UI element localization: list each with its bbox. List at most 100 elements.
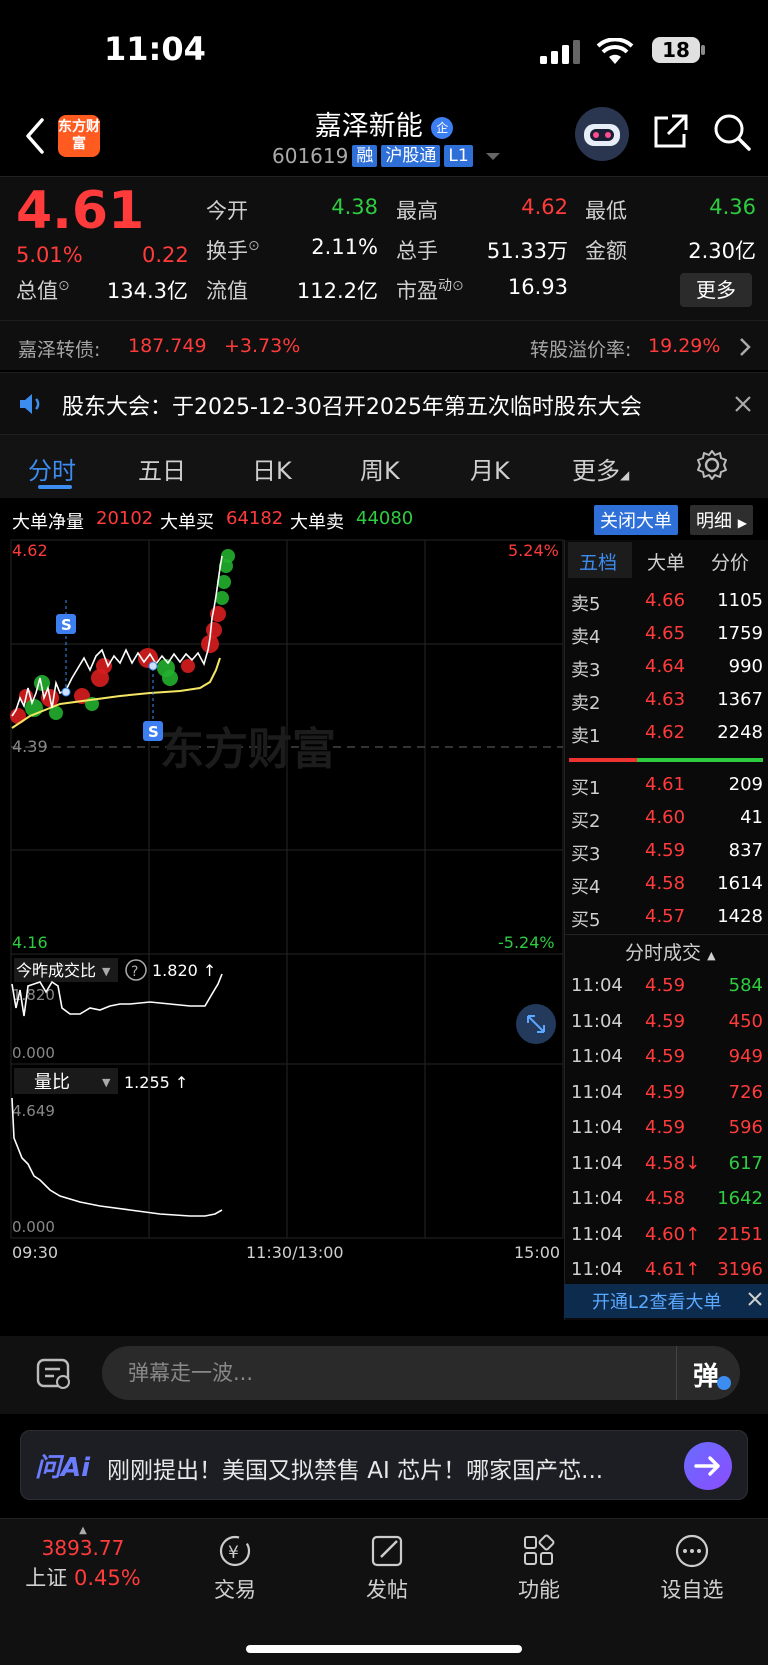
ask-row[interactable]: 卖4 4.65 1759: [565, 617, 768, 650]
buy-label: 大单买: [160, 512, 214, 533]
danmu-input[interactable]: 弹幕走一波...: [102, 1346, 740, 1400]
arrow-right-icon[interactable]: [683, 1441, 733, 1491]
nav-watchlist[interactable]: 设自选: [650, 1533, 734, 1604]
info-icon[interactable]: ⊙: [452, 278, 464, 294]
bid-row[interactable]: 买4 4.58 1614: [565, 867, 768, 900]
trade-volume: 726: [728, 1081, 763, 1103]
more-button[interactable]: 更多: [680, 273, 752, 307]
level-label: 卖2: [571, 693, 601, 714]
trade-time: 11:04: [571, 975, 623, 996]
tab-indicator: [38, 485, 72, 489]
more-dots-icon: [675, 1534, 709, 1568]
search-icon[interactable]: [712, 112, 752, 152]
bid-row[interactable]: 买5 4.57 1428: [565, 900, 768, 933]
ask-row[interactable]: 卖3 4.64 990: [565, 650, 768, 683]
tab-5day[interactable]: 五日: [138, 451, 186, 486]
net-label: 大单净量: [12, 512, 84, 533]
intraday-chart[interactable]: 东方财富 4.62 5.24% 4.39 4.16 -5.24% S S 今昨成…: [0, 538, 564, 1318]
stock-code-row: 601619 融 沪股通 L1: [272, 144, 503, 168]
ask-row[interactable]: 卖5 4.66 1105: [565, 584, 768, 617]
marker-point: [148, 661, 158, 671]
trade-row: 11:04 4.59 596: [565, 1110, 768, 1146]
ai-news-bar[interactable]: 问Ai 刚刚提出！美国又拟禁售 AI 芯片！哪家国产芯...: [20, 1430, 748, 1500]
level-price: 4.57: [645, 906, 686, 927]
marker-s-label: S: [148, 723, 159, 741]
convertible-row[interactable]: 嘉泽转债: 187.749 +3.73% 转股溢价率: 19.29%: [0, 320, 768, 370]
trade-volume: 584: [728, 975, 763, 996]
tab-day-k[interactable]: 日K: [252, 451, 292, 486]
close-bigorder-button[interactable]: 关闭大单: [594, 505, 678, 535]
ask-row[interactable]: 卖1 4.62 2248: [565, 716, 768, 749]
mktcap-value: 134.3亿: [106, 279, 188, 303]
convertible-change: +3.73%: [224, 335, 301, 357]
close-icon[interactable]: [734, 395, 752, 413]
trade-time: 11:04: [571, 1188, 623, 1209]
caret-down-icon: ▼: [102, 1076, 111, 1089]
big-buy-bubble: [181, 659, 195, 673]
level-price: 4.65: [645, 623, 686, 644]
tab-more[interactable]: 更多◢: [572, 451, 629, 486]
danmu-bar: 弹幕走一波... 弹: [0, 1336, 768, 1414]
info-icon[interactable]: ⊙: [248, 238, 260, 254]
dropdown-icon[interactable]: [483, 149, 503, 163]
danmu-settings-icon[interactable]: [36, 1356, 72, 1392]
level-label: 卖1: [571, 726, 601, 747]
ask-row[interactable]: 卖2 4.63 1367: [565, 683, 768, 716]
edit-icon: [371, 1535, 403, 1567]
robot-avatar-icon[interactable]: [574, 106, 630, 162]
tab-week-k[interactable]: 周K: [360, 451, 400, 486]
tab-five-level[interactable]: 五档: [579, 548, 617, 575]
high-label: 最高: [396, 199, 438, 223]
trade-price: 4.59: [645, 1117, 686, 1138]
big-buy-bubble: [96, 658, 112, 674]
volratio-value: 1.255 ↑: [124, 1073, 188, 1092]
info-icon[interactable]: ⊙: [58, 278, 70, 294]
big-sell-bubble: [221, 549, 235, 563]
last-price: 4.61: [16, 181, 145, 241]
trade-time: 11:04: [571, 1117, 623, 1138]
ratio-min: 0.000: [12, 1044, 55, 1062]
sell-value: 44080: [356, 508, 414, 529]
tab-price-dist[interactable]: 分价: [711, 548, 749, 575]
level-volume: 1614: [717, 873, 763, 894]
ratio-value: 1.820 ↑: [152, 961, 216, 980]
notice-text: 股东大会：于2025-12-30召开2025年第五次临时股东大会: [62, 395, 642, 420]
margin-tag: 融: [352, 145, 378, 167]
level-price: 4.66: [645, 590, 686, 611]
close-icon[interactable]: [746, 1290, 764, 1308]
ai-logo: 问Ai: [35, 1453, 91, 1483]
bottom-nav: ▲ 3893.77 上证 0.45% ¥ 交易 发帖 功能 设自选: [0, 1518, 768, 1665]
bid-row[interactable]: 买3 4.59 837: [565, 834, 768, 867]
index-name: 上证: [25, 1566, 68, 1590]
tab-big-order[interactable]: 大单: [647, 548, 685, 575]
level-volume: 1759: [717, 623, 763, 644]
tab-month-k[interactable]: 月K: [470, 451, 510, 486]
nav-trade[interactable]: ¥ 交易: [200, 1533, 270, 1604]
trade-time: 11:04: [571, 1081, 623, 1103]
convertible-price: 187.749: [128, 335, 207, 357]
nav-index[interactable]: ▲ 3893.77 上证 0.45%: [18, 1525, 148, 1592]
settings-icon[interactable]: [696, 449, 728, 481]
notice-bar[interactable]: 股东大会：于2025-12-30召开2025年第五次临时股东大会: [0, 372, 768, 434]
share-icon[interactable]: [650, 112, 690, 152]
nav-functions[interactable]: 功能: [504, 1533, 574, 1604]
trade-price: 4.59: [645, 1046, 686, 1067]
speaker-icon: [20, 394, 40, 414]
premium-value: 19.29%: [648, 335, 721, 357]
tab-intraday[interactable]: 分时: [28, 451, 76, 486]
l2-promo-bar[interactable]: 开通L2查看大单: [564, 1284, 768, 1318]
trade-price: 4.60↑: [645, 1223, 701, 1245]
chevron-right-icon: [740, 338, 751, 356]
trades-title[interactable]: 分时成交 ▲: [625, 938, 716, 965]
danmu-send-button[interactable]: 弹: [676, 1346, 740, 1400]
level-volume: 209: [728, 774, 763, 795]
detail-button[interactable]: 明细 ▶: [690, 505, 753, 535]
trade-volume: 1642: [717, 1188, 763, 1209]
battery-tip: [701, 45, 705, 55]
bid-row[interactable]: 买1 4.61 209: [565, 768, 768, 801]
volume-value: 51.33万: [486, 239, 568, 263]
nav-post[interactable]: 发帖: [352, 1533, 422, 1604]
bid-row[interactable]: 买2 4.60 41: [565, 801, 768, 834]
trade-volume: 596: [728, 1117, 763, 1138]
signal-icon: [540, 40, 580, 64]
